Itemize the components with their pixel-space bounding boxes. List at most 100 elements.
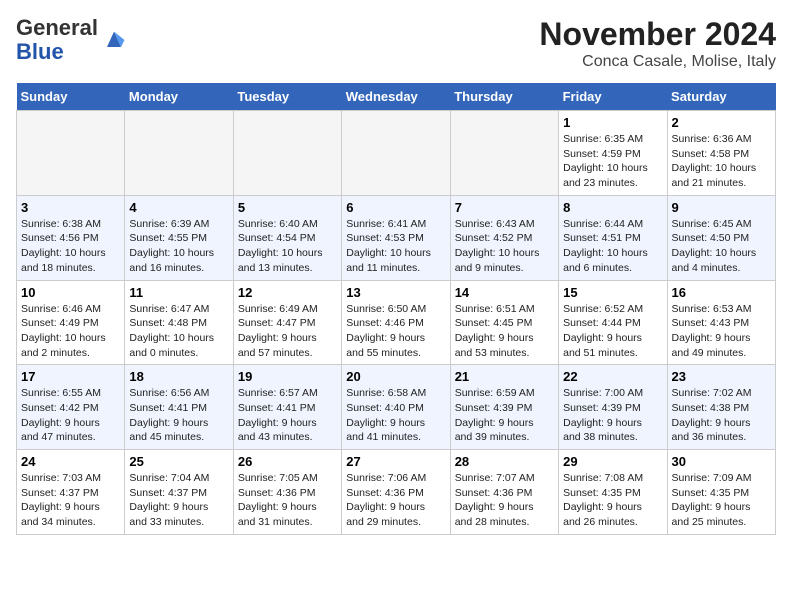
calendar-cell: 16 Sunrise: 6:53 AM Sunset: 4:43 PM Dayli… [667,280,775,365]
day-number: 3 [21,200,120,215]
calendar-week-row: 10 Sunrise: 6:46 AM Sunset: 4:49 PM Dayli… [17,280,776,365]
day-info: Sunrise: 6:57 AM Sunset: 4:41 PM Dayligh… [238,386,337,445]
day-info: Sunrise: 6:39 AM Sunset: 4:55 PM Dayligh… [129,217,228,276]
day-info: Sunrise: 7:03 AM Sunset: 4:37 PM Dayligh… [21,471,120,530]
weekday-header: Wednesday [342,83,450,111]
day-info: Sunrise: 6:59 AM Sunset: 4:39 PM Dayligh… [455,386,554,445]
day-number: 29 [563,454,662,469]
day-info: Sunrise: 6:35 AM Sunset: 4:59 PM Dayligh… [563,132,662,191]
day-info: Sunrise: 6:56 AM Sunset: 4:41 PM Dayligh… [129,386,228,445]
day-info: Sunrise: 6:40 AM Sunset: 4:54 PM Dayligh… [238,217,337,276]
weekday-header: Saturday [667,83,775,111]
calendar-cell: 13 Sunrise: 6:50 AM Sunset: 4:46 PM Dayli… [342,280,450,365]
day-number: 11 [129,285,228,300]
calendar-week-row: 3 Sunrise: 6:38 AM Sunset: 4:56 PM Daylig… [17,195,776,280]
calendar-cell: 9 Sunrise: 6:45 AM Sunset: 4:50 PM Daylig… [667,195,775,280]
day-info: Sunrise: 7:07 AM Sunset: 4:36 PM Dayligh… [455,471,554,530]
weekday-header: Thursday [450,83,558,111]
day-info: Sunrise: 6:46 AM Sunset: 4:49 PM Dayligh… [21,302,120,361]
day-number: 21 [455,369,554,384]
day-number: 7 [455,200,554,215]
month-title: November 2024 [539,16,776,53]
day-number: 1 [563,115,662,130]
day-info: Sunrise: 6:51 AM Sunset: 4:45 PM Dayligh… [455,302,554,361]
calendar-cell: 24 Sunrise: 7:03 AM Sunset: 4:37 PM Dayli… [17,450,125,535]
calendar-cell: 12 Sunrise: 6:49 AM Sunset: 4:47 PM Dayli… [233,280,341,365]
day-number: 8 [563,200,662,215]
calendar-week-row: 1 Sunrise: 6:35 AM Sunset: 4:59 PM Daylig… [17,111,776,196]
title-area: November 2024 Conca Casale, Molise, Ital… [539,16,776,71]
day-number: 24 [21,454,120,469]
location-title: Conca Casale, Molise, Italy [539,53,776,71]
calendar-cell: 8 Sunrise: 6:44 AM Sunset: 4:51 PM Daylig… [559,195,667,280]
day-info: Sunrise: 6:44 AM Sunset: 4:51 PM Dayligh… [563,217,662,276]
day-number: 19 [238,369,337,384]
day-number: 25 [129,454,228,469]
calendar-cell: 25Sunrise: 7:04 AM Sunset: 4:37 PM Dayli… [125,450,233,535]
day-number: 13 [346,285,445,300]
calendar-cell: 29 Sunrise: 7:08 AM Sunset: 4:35 PM Dayli… [559,450,667,535]
day-number: 6 [346,200,445,215]
day-info: Sunrise: 6:45 AM Sunset: 4:50 PM Dayligh… [672,217,771,276]
day-number: 26 [238,454,337,469]
day-info: Sunrise: 6:53 AM Sunset: 4:43 PM Dayligh… [672,302,771,361]
day-number: 17 [21,369,120,384]
calendar-week-row: 24 Sunrise: 7:03 AM Sunset: 4:37 PM Dayli… [17,450,776,535]
calendar-cell: 19 Sunrise: 6:57 AM Sunset: 4:41 PM Dayli… [233,365,341,450]
day-info: Sunrise: 7:00 AM Sunset: 4:39 PM Dayligh… [563,386,662,445]
day-number: 5 [238,200,337,215]
calendar-cell [342,111,450,196]
day-info: Sunrise: 6:36 AM Sunset: 4:58 PM Dayligh… [672,132,771,191]
calendar-cell: 28 Sunrise: 7:07 AM Sunset: 4:36 PM Dayli… [450,450,558,535]
day-number: 14 [455,285,554,300]
day-info: Sunrise: 7:05 AM Sunset: 4:36 PM Dayligh… [238,471,337,530]
day-info: Sunrise: 6:38 AM Sunset: 4:56 PM Dayligh… [21,217,120,276]
day-number: 15 [563,285,662,300]
calendar-cell: 3 Sunrise: 6:38 AM Sunset: 4:56 PM Daylig… [17,195,125,280]
calendar-cell: 2 Sunrise: 6:36 AM Sunset: 4:58 PM Daylig… [667,111,775,196]
day-number: 12 [238,285,337,300]
day-info: Sunrise: 6:50 AM Sunset: 4:46 PM Dayligh… [346,302,445,361]
day-info: Sunrise: 7:09 AM Sunset: 4:35 PM Dayligh… [672,471,771,530]
day-info: Sunrise: 6:47 AM Sunset: 4:48 PM Dayligh… [129,302,228,361]
weekday-header-row: SundayMondayTuesdayWednesdayThursdayFrid… [17,83,776,111]
calendar-cell [17,111,125,196]
day-number: 20 [346,369,445,384]
calendar-cell: 20 Sunrise: 6:58 AM Sunset: 4:40 PM Dayli… [342,365,450,450]
calendar-cell [125,111,233,196]
header: General Blue November 2024 Conca Casale,… [16,16,776,71]
weekday-header: Tuesday [233,83,341,111]
day-number: 2 [672,115,771,130]
calendar-cell [233,111,341,196]
day-number: 9 [672,200,771,215]
logo: General Blue [16,16,128,64]
day-info: Sunrise: 6:49 AM Sunset: 4:47 PM Dayligh… [238,302,337,361]
day-number: 10 [21,285,120,300]
calendar-week-row: 17 Sunrise: 6:55 AM Sunset: 4:42 PM Dayli… [17,365,776,450]
calendar-cell: 1 Sunrise: 6:35 AM Sunset: 4:59 PM Daylig… [559,111,667,196]
calendar-cell: 22 Sunrise: 7:00 AM Sunset: 4:39 PM Dayli… [559,365,667,450]
calendar-cell: 7Sunrise: 6:43 AM Sunset: 4:52 PM Daylig… [450,195,558,280]
day-number: 22 [563,369,662,384]
calendar-cell: 6Sunrise: 6:41 AM Sunset: 4:53 PM Daylig… [342,195,450,280]
logo-text: General Blue [16,16,98,64]
day-number: 23 [672,369,771,384]
calendar-cell: 21 Sunrise: 6:59 AM Sunset: 4:39 PM Dayli… [450,365,558,450]
calendar-cell: 26 Sunrise: 7:05 AM Sunset: 4:36 PM Dayli… [233,450,341,535]
day-number: 4 [129,200,228,215]
calendar-cell [450,111,558,196]
calendar-cell: 4 Sunrise: 6:39 AM Sunset: 4:55 PM Daylig… [125,195,233,280]
logo-icon [100,26,128,54]
weekday-header: Sunday [17,83,125,111]
calendar-cell: 23Sunrise: 7:02 AM Sunset: 4:38 PM Dayli… [667,365,775,450]
day-number: 28 [455,454,554,469]
day-info: Sunrise: 7:08 AM Sunset: 4:35 PM Dayligh… [563,471,662,530]
calendar-cell: 10 Sunrise: 6:46 AM Sunset: 4:49 PM Dayli… [17,280,125,365]
calendar: SundayMondayTuesdayWednesdayThursdayFrid… [16,83,776,535]
day-info: Sunrise: 6:58 AM Sunset: 4:40 PM Dayligh… [346,386,445,445]
day-number: 18 [129,369,228,384]
weekday-header: Friday [559,83,667,111]
day-number: 27 [346,454,445,469]
day-info: Sunrise: 6:55 AM Sunset: 4:42 PM Dayligh… [21,386,120,445]
day-number: 16 [672,285,771,300]
